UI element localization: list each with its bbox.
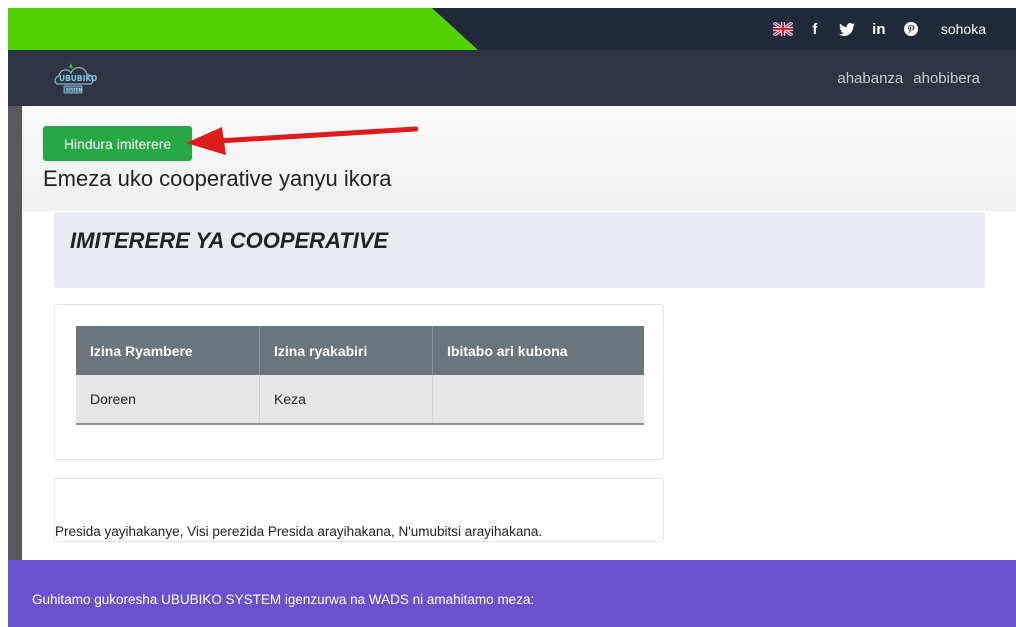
column-header-second-name: Izina ryakabiri — [259, 326, 433, 375]
nav-link-home[interactable]: ahabanza — [837, 70, 903, 87]
top-bar-accent — [8, 8, 478, 50]
left-border-strip — [8, 106, 22, 560]
section-heading: IMITERERE YA COOPERATIVE — [70, 228, 389, 253]
nav-links: ahabanza ahobibera — [837, 50, 980, 106]
footer-text: Guhitamo gukoresha UBUBIKO SYSTEM igenzu… — [32, 592, 535, 607]
logo-text: UBUBIKO — [59, 74, 97, 83]
approval-note-text: Presida yayihakanye, Visi perezida Presi… — [55, 524, 543, 539]
footer: Guhitamo gukoresha UBUBIKO SYSTEM igenzu… — [8, 560, 1016, 627]
members-table: Izina Ryambere Izina ryakabiri Ibitabo a… — [76, 326, 644, 425]
table-cell-second-name: Keza — [259, 375, 433, 425]
linkedin-icon[interactable]: in — [863, 8, 895, 50]
ububiko-logo[interactable]: UBUBIKO SYSTEM — [52, 58, 116, 98]
top-bar: f in sohoka — [8, 8, 1016, 50]
table-cell-books — [432, 375, 644, 425]
uk-flag-icon[interactable] — [767, 8, 799, 50]
approval-note-card: Presida yayihakanye, Visi perezida Presi… — [54, 478, 664, 542]
red-arrow-annotation — [186, 126, 418, 155]
main-navbar: UBUBIKO SYSTEM ahabanza ahobibera — [8, 50, 1016, 106]
social-links: f in sohoka — [767, 8, 1016, 50]
edit-structure-button[interactable]: Hindura imiterere — [43, 126, 192, 161]
members-card: Izina Ryambere Izina ryakabiri Ibitabo a… — [54, 304, 664, 460]
nav-link-about[interactable]: ahobibera — [913, 70, 980, 87]
column-header-first-name: Izina Ryambere — [76, 326, 260, 375]
logout-link[interactable]: sohoka — [927, 21, 1016, 37]
facebook-icon[interactable]: f — [799, 8, 831, 50]
logo-subtext: SYSTEM — [66, 88, 82, 93]
table-row: Doreen Keza — [76, 375, 644, 425]
section-jumbotron: IMITERERE YA COOPERATIVE — [54, 212, 985, 288]
page-title: Emeza uko cooperative yanyu ikora — [43, 166, 392, 191]
column-header-books: Ibitabo ari kubona — [432, 326, 644, 375]
pinterest-icon[interactable] — [895, 8, 927, 50]
table-cell-first-name: Doreen — [76, 375, 260, 425]
table-header-row: Izina Ryambere Izina ryakabiri Ibitabo a… — [76, 326, 644, 375]
twitter-icon[interactable] — [831, 8, 863, 50]
